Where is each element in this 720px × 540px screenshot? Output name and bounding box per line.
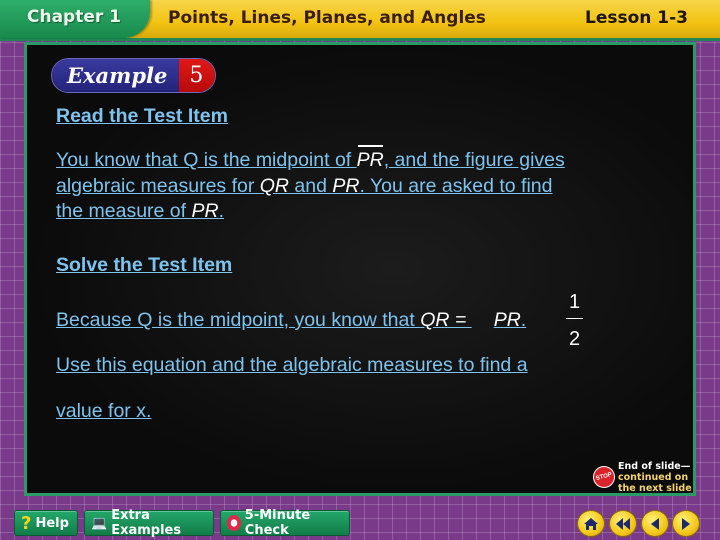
end-of-slide-note: End of slide— continued on the next slid…	[618, 461, 692, 494]
measure-pr: PR	[332, 175, 360, 197]
previous-slide-button[interactable]	[641, 510, 669, 537]
header-bar: Chapter 1 Points, Lines, Planes, and Ang…	[0, 0, 720, 41]
read-heading: Read the Test Item	[56, 105, 228, 127]
question-mark-icon: ?	[21, 512, 32, 534]
measure-qr: QR	[259, 175, 290, 197]
end-note-line-2: continued on	[618, 472, 689, 483]
text: . You are asked to find	[359, 175, 553, 197]
read-line-1: You know that Q is the midpoint of PR, a…	[56, 145, 565, 174]
home-button[interactable]	[577, 510, 605, 537]
fraction-denominator: 2	[569, 328, 581, 350]
right-arrow-icon	[682, 517, 690, 530]
equation-left: QR =	[420, 309, 472, 331]
solve-line-1: Because Q is the midpoint, you know that…	[56, 308, 526, 334]
text: .	[520, 309, 527, 331]
rewind-icon	[616, 517, 630, 530]
solve-line-2: Use this equation and the algebraic meas…	[56, 354, 528, 376]
measure-pr: PR	[191, 200, 219, 222]
text: and	[289, 175, 333, 197]
solve-line-3: value for x.	[56, 400, 152, 422]
extra-examples-label: Extra Examples	[111, 508, 182, 538]
solve-heading: Solve the Test Item	[56, 254, 233, 276]
example-number: 5	[179, 59, 216, 92]
lesson-title: Points, Lines, Planes, and Angles	[168, 8, 486, 28]
five-minute-check-button[interactable]: 5-Minute Check	[220, 508, 350, 538]
extra-examples-button[interactable]: 💻 Extra Examples	[84, 508, 214, 538]
home-icon	[584, 517, 598, 530]
timer-icon	[227, 515, 241, 531]
five-minute-check-label: 5-Minute Check	[244, 508, 311, 538]
text: , and the figure gives	[383, 149, 565, 171]
segment-pr: PR	[357, 145, 384, 174]
fraction-numerator: 1	[569, 291, 581, 313]
next-slide-button[interactable]	[672, 510, 700, 537]
read-line-3: the measure of PR.	[56, 199, 224, 225]
end-note-line-3: the next slide	[618, 483, 692, 494]
text: the measure of	[56, 200, 192, 222]
equation-right: PR	[493, 309, 521, 331]
computer-icon: 💻	[91, 515, 108, 531]
end-note-line-1: End of slide—	[618, 461, 691, 472]
text: You know that Q is the midpoint of	[56, 149, 357, 171]
help-label: Help	[35, 515, 69, 531]
example-word: Example	[52, 59, 180, 92]
text: Because Q is the midpoint, you know that	[56, 309, 421, 331]
lesson-number: Lesson 1-3	[584, 8, 688, 28]
help-button[interactable]: ? Help	[14, 510, 78, 536]
first-slide-button[interactable]	[609, 510, 637, 537]
chapter-label: Chapter 1	[27, 7, 122, 27]
chapter-tab: Chapter 1	[0, 0, 150, 38]
text: algebraic measures for	[56, 175, 260, 197]
fraction-bar	[566, 318, 583, 319]
example-badge: Example 5	[52, 59, 216, 92]
text: .	[218, 200, 225, 222]
left-arrow-icon	[651, 517, 659, 530]
read-line-2: algebraic measures for QR and PR. You ar…	[56, 174, 552, 200]
